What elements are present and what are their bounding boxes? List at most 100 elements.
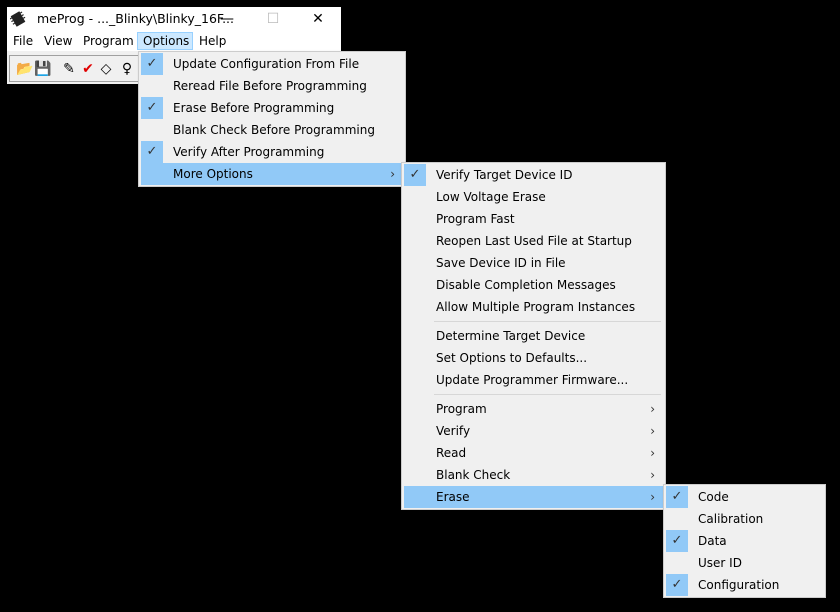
menu-item-verify[interactable]: Verify › — [404, 420, 663, 442]
checkmark-icon — [666, 552, 688, 574]
menu-file[interactable]: File — [8, 32, 38, 50]
menu-item-verify-after-programming[interactable]: ✓ Verify After Programming — [141, 141, 403, 163]
menu-item-reread-file-before-programming[interactable]: Reread File Before Programming — [141, 75, 403, 97]
menu-item-label: Reopen Last Used File at Startup — [436, 234, 632, 248]
menu-item-label: Update Configuration From File — [173, 57, 360, 71]
checkmark-icon — [404, 369, 426, 391]
menu-item-user-id[interactable]: User ID — [666, 552, 823, 574]
menu-item-more-options[interactable]: More Options › — [141, 163, 403, 185]
checkmark-icon — [404, 252, 426, 274]
checkmark-icon — [404, 486, 426, 508]
checkmark-icon — [404, 208, 426, 230]
menu-view[interactable]: View — [39, 32, 77, 50]
menu-separator — [404, 391, 663, 398]
menu-item-data[interactable]: ✓ Data — [666, 530, 823, 552]
menu-item-label: Verify — [436, 424, 471, 438]
minimize-button[interactable]: — — [204, 7, 250, 31]
chevron-right-icon: › — [650, 402, 655, 416]
checkmark-icon: ✓ — [666, 486, 688, 508]
checkmark-icon: ✓ — [141, 141, 163, 163]
menu-item-label: Program — [436, 402, 487, 416]
menu-item-label: Blank Check Before Programming — [173, 123, 375, 137]
menu-item-code[interactable]: ✓ Code — [666, 486, 823, 508]
checkmark-icon — [141, 163, 163, 185]
menu-item-calibration[interactable]: Calibration — [666, 508, 823, 530]
menu-item-label: Erase Before Programming — [173, 101, 335, 115]
options-menu: ✓ Update Configuration From File Reread Fi… — [138, 51, 406, 187]
menu-item-set-options-to-defaults[interactable]: Set Options to Defaults... — [404, 347, 663, 369]
menu-item-blank-check[interactable]: Blank Check › — [404, 464, 663, 486]
menu-item-label: Configuration — [698, 578, 780, 592]
title-bar[interactable]: meProg - ..._Blinky\Blinky_16F... — ☐ ✕ — [7, 7, 341, 31]
checkmark-icon — [404, 186, 426, 208]
chip-app-icon — [10, 11, 26, 27]
menu-item-save-device-id-in-file[interactable]: Save Device ID in File — [404, 252, 663, 274]
menu-item-blank-check-before-programming[interactable]: Blank Check Before Programming — [141, 119, 403, 141]
menu-item-update-programmer-firmware[interactable]: Update Programmer Firmware... — [404, 369, 663, 391]
checkmark-icon — [404, 420, 426, 442]
menu-item-label: Verify Target Device ID — [436, 168, 573, 182]
menu-item-reopen-last-used-file-at-startup[interactable]: Reopen Last Used File at Startup — [404, 230, 663, 252]
menu-item-verify-target-device-id[interactable]: ✓ Verify Target Device ID — [404, 164, 663, 186]
menu-item-label: Program Fast — [436, 212, 515, 226]
menu-item-label: Erase — [436, 490, 470, 504]
checkmark-icon — [404, 442, 426, 464]
menu-item-label: Data — [698, 534, 727, 548]
open-folder-icon[interactable]: 📂 — [16, 60, 34, 78]
menu-separator — [404, 318, 663, 325]
maximize-button[interactable]: ☐ — [250, 7, 296, 31]
verify-check-icon[interactable]: ✔ — [79, 60, 97, 78]
menu-options[interactable]: Options — [137, 32, 193, 50]
menu-item-read[interactable]: Read › — [404, 442, 663, 464]
checkmark-icon: ✓ — [666, 530, 688, 552]
checkmark-icon — [666, 508, 688, 530]
menu-item-label: Disable Completion Messages — [436, 278, 616, 292]
checkmark-icon: ✓ — [404, 164, 426, 186]
checkmark-icon — [404, 325, 426, 347]
menu-item-label: Save Device ID in File — [436, 256, 566, 270]
more-options-submenu: ✓ Verify Target Device ID Low Voltage Eras… — [401, 162, 666, 510]
chevron-right-icon: › — [390, 167, 395, 181]
menu-item-configuration[interactable]: ✓ Configuration — [666, 574, 823, 596]
menu-item-label: More Options — [173, 167, 253, 181]
menu-item-label: User ID — [698, 556, 742, 570]
menu-item-label: Read — [436, 446, 467, 460]
menu-program[interactable]: Program — [78, 32, 139, 50]
menu-bar: File View Program Options Help — [7, 31, 341, 51]
menu-item-label: Update Programmer Firmware... — [436, 373, 629, 387]
menu-item-program[interactable]: Program › — [404, 398, 663, 420]
chevron-right-icon: › — [650, 424, 655, 438]
menu-item-label: Code — [698, 490, 729, 504]
menu-item-label: Low Voltage Erase — [436, 190, 546, 204]
menu-item-erase-before-programming[interactable]: ✓ Erase Before Programming — [141, 97, 403, 119]
menu-help[interactable]: Help — [194, 32, 231, 50]
checkmark-icon — [404, 398, 426, 420]
checkmark-icon — [404, 464, 426, 486]
chevron-right-icon: › — [650, 468, 655, 482]
menu-item-label: Blank Check — [436, 468, 511, 482]
checkmark-icon — [141, 119, 163, 141]
chevron-right-icon: › — [650, 446, 655, 460]
menu-item-label: Allow Multiple Program Instances — [436, 300, 636, 314]
checkmark-icon — [404, 230, 426, 252]
menu-item-program-fast[interactable]: Program Fast — [404, 208, 663, 230]
checkmark-icon: ✓ — [141, 53, 163, 75]
checkmark-icon: ✓ — [141, 97, 163, 119]
menu-item-label: Reread File Before Programming — [173, 79, 367, 93]
menu-item-determine-target-device[interactable]: Determine Target Device — [404, 325, 663, 347]
checkmark-icon — [141, 75, 163, 97]
menu-item-update-configuration-from-file[interactable]: ✓ Update Configuration From File — [141, 53, 403, 75]
close-button[interactable]: ✕ — [295, 7, 341, 31]
menu-item-allow-multiple-program-instances[interactable]: Allow Multiple Program Instances — [404, 296, 663, 318]
menu-item-erase[interactable]: Erase › — [404, 486, 663, 508]
erase-eraser-icon[interactable]: ◇ — [97, 60, 115, 78]
save-disk-icon[interactable]: 💾 — [34, 60, 52, 78]
chevron-right-icon: › — [650, 490, 655, 504]
program-chip-icon[interactable]: ✎ — [60, 60, 78, 78]
menu-item-disable-completion-messages[interactable]: Disable Completion Messages — [404, 274, 663, 296]
checkmark-icon: ✓ — [666, 574, 688, 596]
menu-item-label: Set Options to Defaults... — [436, 351, 588, 365]
menu-item-low-voltage-erase[interactable]: Low Voltage Erase — [404, 186, 663, 208]
checkmark-icon — [404, 296, 426, 318]
lightbulb-icon[interactable]: ♀ — [118, 60, 136, 78]
